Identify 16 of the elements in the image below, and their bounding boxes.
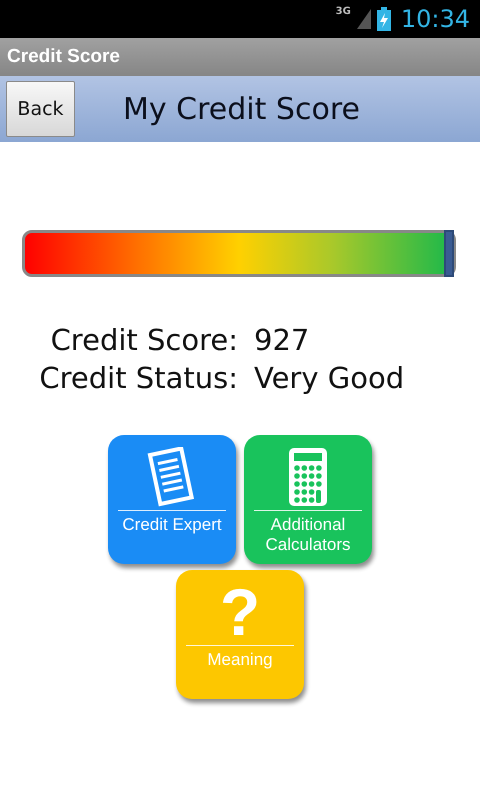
- document-icon: [147, 446, 197, 506]
- back-button[interactable]: Back: [6, 81, 75, 137]
- question-mark-icon: ?: [220, 578, 260, 644]
- menu-tile[interactable]: Credit Expert: [108, 435, 236, 564]
- page-title: My Credit Score: [123, 92, 360, 126]
- detail-value: 927: [254, 323, 310, 357]
- app-title: Credit Score: [7, 46, 120, 68]
- calculator-icon: [287, 446, 329, 508]
- clock-time: 10:34: [400, 5, 470, 33]
- signal-icon: [356, 9, 371, 29]
- detail-label: Credit Score:: [50, 323, 238, 357]
- network-label: 3G: [336, 6, 351, 17]
- detail-label: Credit Status:: [38, 361, 238, 395]
- battery-icon: [376, 7, 391, 31]
- detail-value: Very Good: [254, 361, 406, 395]
- menu-tile[interactable]: Additional Calculators: [244, 435, 372, 564]
